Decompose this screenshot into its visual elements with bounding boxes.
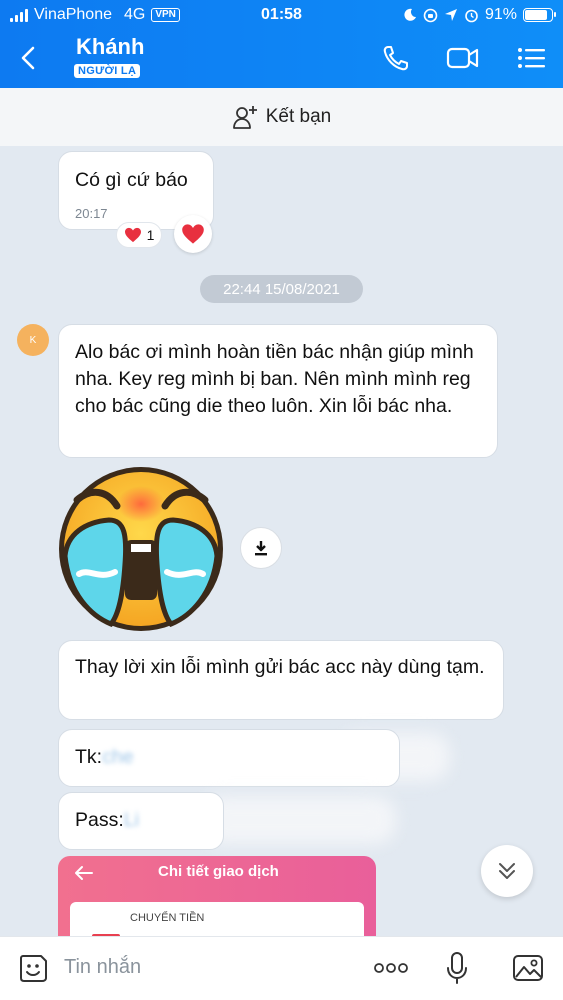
more-options-button[interactable] [374, 951, 408, 985]
microphone-icon [447, 952, 467, 984]
message-bubble[interactable]: Alo bác ơi mình hoàn tiền bác nhận giúp … [58, 324, 498, 458]
photo-gallery-button[interactable] [511, 951, 545, 985]
rotation-lock-icon [423, 8, 438, 22]
voice-record-button[interactable] [440, 951, 474, 985]
download-icon [255, 541, 267, 556]
battery-percent: 91% [484, 6, 517, 23]
transaction-title: Chi tiết giao dịch [158, 863, 279, 880]
status-right: 91% [403, 6, 556, 24]
chat-header: VinaPhone 4G VPN 01:58 91% Khánh NGƯỜI L… [0, 0, 563, 88]
video-call-icon[interactable] [446, 42, 480, 74]
stranger-badge: NGƯỜI LẠ [74, 64, 141, 78]
battery-icon [523, 8, 556, 22]
message-bubble[interactable]: Tk:che [58, 729, 400, 787]
add-friend-label: Kết bạn [265, 106, 332, 127]
heart-icon [182, 224, 204, 244]
react-button[interactable] [174, 215, 212, 253]
phone-call-icon[interactable] [380, 42, 414, 74]
moon-icon [404, 8, 416, 21]
menu-icon[interactable] [514, 42, 548, 74]
status-bar: VinaPhone 4G VPN 01:58 91% [0, 0, 563, 30]
message-bubble[interactable]: Thay lời xin lỗi mình gửi bác acc này dù… [58, 640, 504, 720]
scroll-to-bottom-button[interactable] [481, 845, 533, 897]
battery-fill [525, 10, 547, 20]
location-icon [444, 9, 457, 21]
alarm-icon [465, 9, 478, 22]
message-bubble[interactable]: Pass:Li [58, 792, 224, 850]
message-text: Alo bác ơi mình hoàn tiền bác nhận giúp … [75, 341, 474, 417]
redaction-smudge [200, 796, 396, 844]
more-dots-icon [374, 963, 408, 973]
chevrons-down-icon [499, 863, 515, 879]
reaction-count[interactable]: 1 [116, 222, 162, 248]
add-user-icon [232, 106, 257, 129]
transaction-detail: CHUYỂN TIỀN [70, 902, 364, 936]
redacted-password: Li [123, 809, 139, 831]
add-friend-button[interactable]: Kết bạn [0, 88, 563, 146]
password-label: Pass: [75, 809, 124, 831]
transaction-screenshot[interactable]: Chi tiết giao dịch CHUYỂN TIỀN [58, 856, 376, 936]
message-text: Có gì cứ báo [75, 169, 188, 191]
redacted-username: che [102, 746, 134, 768]
sticker-smile-icon [20, 955, 47, 982]
reaction-number: 1 [146, 227, 155, 243]
back-arrow-icon [75, 866, 93, 880]
heart-icon [124, 227, 141, 243]
message-input[interactable]: Tin nhắn [64, 956, 141, 979]
avatar[interactable]: K [17, 324, 49, 356]
message-input-bar: Tin nhắn [0, 936, 563, 1000]
date-separator: 22:44 15/08/2021 [200, 275, 363, 303]
back-arrow-icon[interactable] [14, 42, 44, 74]
download-button[interactable] [240, 527, 282, 569]
emoji-button[interactable] [16, 951, 50, 985]
message-text: Thay lời xin lỗi mình gửi bác acc này dù… [75, 656, 485, 678]
image-icon [513, 955, 543, 981]
contact-name[interactable]: Khánh [76, 34, 144, 60]
transaction-type: CHUYỂN TIỀN [130, 912, 205, 924]
username-label: Tk: [75, 746, 103, 768]
crying-face-sticker[interactable] [55, 464, 227, 634]
